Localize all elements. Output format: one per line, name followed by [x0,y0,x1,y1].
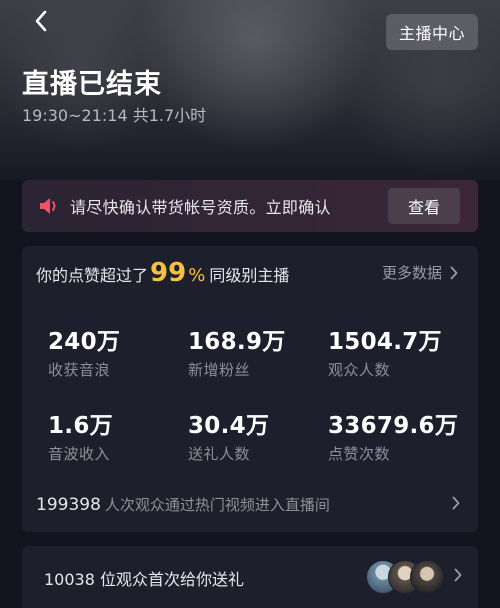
hot-video-entries[interactable]: 199398 人次观众通过热门视频进入直播间 [36,494,330,515]
stat-likes: 33679.6万 点赞次数 [328,406,458,464]
qualification-banner[interactable]: 请尽快确认带货帐号资质。立即确认 查看 [22,180,478,232]
stat-value: 168.9万 [188,329,286,355]
avatar [410,560,444,594]
banner-text: 请尽快确认带货帐号资质。立即确认 [70,198,331,217]
stat-label: 观众人数 [328,361,391,379]
likes-ranking: 你的点赞超过了 99 % 同级别主播 [36,258,289,288]
stat-value: 30.4万 [188,413,270,439]
gifter-avatars [366,560,462,594]
anchor-center-button[interactable]: 主播中心 [386,14,478,50]
back-button[interactable] [28,8,54,34]
likes-prefix: 你的点赞超过了 [36,266,149,285]
speaker-icon [38,195,60,217]
stat-viewers: 1504.7万 观众人数 [328,322,442,380]
stat-label: 音波收入 [48,445,111,463]
stat-value: 33679.6万 [328,413,459,439]
first-gift-text: 10038 位观众首次给你送礼 [44,570,244,589]
stat-label: 点赞次数 [328,445,391,463]
page-title: 直播已结束 [22,69,162,100]
hot-video-count: 199398 [36,495,101,515]
likes-percent: 99 [150,258,187,288]
stat-label: 收获音浪 [48,361,111,379]
chevron-right-icon[interactable] [452,496,460,510]
stat-label: 送礼人数 [188,445,251,463]
first-gift-row[interactable]: 10038 位观众首次给你送礼 [22,546,478,608]
chevron-right-icon[interactable] [454,568,462,582]
stat-value: 240万 [48,329,121,355]
likes-percent-sign: % [188,265,206,286]
stat-value: 1.6万 [48,413,113,439]
chevron-right-icon [450,266,458,279]
hot-video-text: 人次观众通过热门视频进入直播间 [104,496,330,514]
stat-sound-waves: 240万 收获音浪 [48,322,120,380]
live-duration: 19:30~21:14 共1.7小时 [22,106,207,125]
stat-gift-senders: 30.4万 送礼人数 [188,406,269,464]
view-button[interactable]: 查看 [388,188,460,224]
stat-value: 1504.7万 [328,329,442,355]
more-data-link[interactable]: 更多数据 [382,262,458,283]
stat-new-followers: 168.9万 新增粉丝 [188,322,286,380]
stat-label: 新增粉丝 [188,361,251,379]
chevron-left-icon [35,10,47,32]
more-data-label: 更多数据 [381,264,442,282]
stat-wave-income: 1.6万 音波收入 [48,406,113,464]
live-summary-card: 你的点赞超过了 99 % 同级别主播 更多数据 240万 收获音浪 168.9万… [22,246,478,532]
likes-suffix: 同级别主播 [209,266,290,285]
